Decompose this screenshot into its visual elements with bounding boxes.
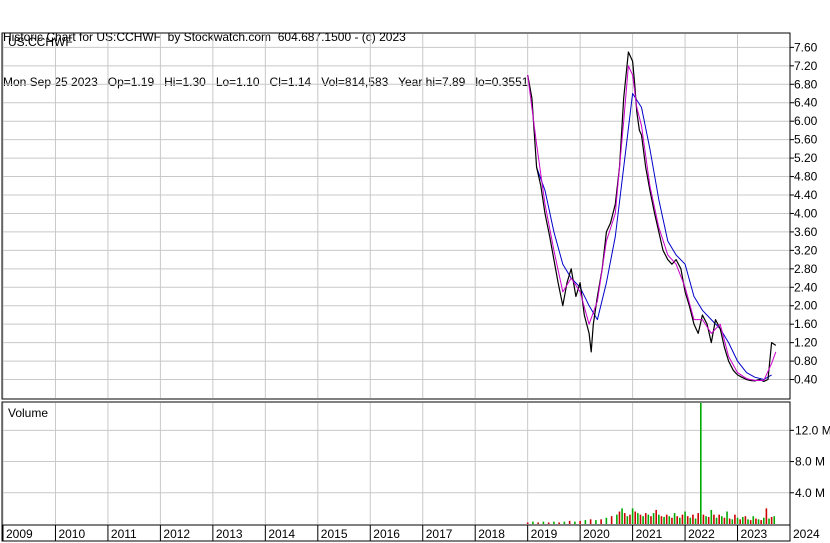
year-tick-label: 2017	[426, 527, 453, 541]
price-tick-label: 6.00	[794, 114, 818, 128]
year-tick-label: 2009	[6, 527, 33, 541]
price-line	[527, 51, 777, 382]
price-tick-label: 0.80	[794, 354, 818, 368]
price-tick-label: 3.20	[794, 243, 818, 257]
price-tick-label: 1.20	[794, 336, 818, 350]
year-tick-label: 2011	[111, 527, 137, 541]
year-tick-label: 2013	[216, 527, 243, 541]
short-average-line	[527, 65, 777, 381]
price-tick-label: 0.40	[794, 373, 818, 387]
year-tick-label: 2015	[321, 527, 348, 541]
year-tick-label: 2014	[268, 527, 295, 541]
year-tick-label: 2022	[688, 527, 715, 541]
volume-panel-label: Volume	[8, 406, 48, 420]
year-tick-label: 2020	[583, 527, 610, 541]
year-tick-label: 2010	[58, 527, 85, 541]
volume-panel-frame	[1, 401, 791, 526]
price-tick-label: 6.40	[794, 96, 818, 110]
price-tick-label: 5.60	[794, 133, 818, 147]
year-tick-label: 2018	[478, 527, 505, 541]
price-tick-label: 1.60	[794, 317, 818, 331]
price-tick-label: 2.40	[794, 280, 818, 294]
year-tick-label: 2012	[163, 527, 190, 541]
price-lines	[527, 51, 777, 382]
price-panel-frame	[1, 32, 791, 400]
volume-tick-label: 12.0 M	[795, 423, 830, 437]
volume-tick-label: 8.0 M	[795, 455, 825, 469]
price-tick-label: 2.80	[794, 262, 818, 276]
year-tick-label: 2019	[531, 527, 558, 541]
year-tick-label: 2016	[373, 527, 400, 541]
price-tick-label: 7.60	[794, 40, 818, 54]
stock-chart: US:CCHWF Volume 0.40 0.80 1.20 1.60 2.00 2.40…	[1, 32, 830, 542]
price-tick-label: 4.40	[794, 188, 818, 202]
price-panel-label: US:CCHWF	[8, 35, 73, 49]
volume-tick-label: 4.0 M	[795, 486, 825, 500]
price-tick-label: 5.20	[794, 151, 818, 165]
year-tick-label: 2024	[793, 527, 820, 541]
long-average-line	[536, 93, 772, 380]
year-tick-label: 2023	[741, 527, 768, 541]
year-axis-ticks: 2009 2010 2011 2012 2013 2014 2015 2016 2017 2018…	[2, 525, 820, 541]
price-tick-label: 2.00	[794, 299, 818, 313]
price-tick-label: 4.00	[794, 206, 818, 220]
price-tick-label: 7.20	[794, 59, 818, 73]
volume-axis-ticks: 4.0 M 8.0 M 12.0 M	[790, 423, 830, 500]
grid	[2, 34, 791, 524]
price-tick-label: 4.80	[794, 170, 818, 184]
price-tick-label: 3.60	[794, 225, 818, 239]
price-tick-label: 6.80	[794, 77, 818, 91]
year-tick-label: 2021	[636, 527, 663, 541]
price-axis-ticks: 0.40 0.80 1.20 1.60 2.00 2.40 2.80 3.20 3.60 4.00…	[790, 40, 818, 387]
